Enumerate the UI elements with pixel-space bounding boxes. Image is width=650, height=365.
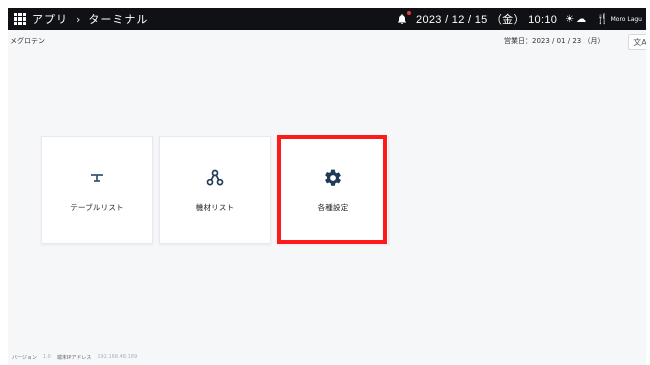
brand-logo: 🍴 Moro Lagu [594, 13, 642, 25]
card-settings[interactable]: 各種設定 [277, 136, 389, 244]
gear-icon [323, 168, 343, 188]
footer: バージョン 1.0 端末IPアドレス 192.168.48.189 [12, 354, 137, 361]
breadcrumb-item-terminal: ターミナル [88, 13, 149, 26]
card-device-list[interactable]: 機材リスト [159, 136, 271, 244]
apps-grid-icon[interactable] [14, 13, 26, 25]
version-label: バージョン [12, 355, 37, 361]
notification-bell-icon[interactable] [396, 11, 412, 25]
app-frame: アプリ › ターミナル 2023 / 12 / 15 （金） 10:10 ☀ ☁… [8, 8, 646, 365]
business-day: 営業日：2023 / 01 / 23 （月） [504, 37, 605, 45]
ip-value: 192.168.48.189 [97, 354, 138, 360]
notification-dot [407, 11, 412, 15]
card-table-list-label: テーブルリスト [70, 202, 124, 212]
ip-label: 端末IPアドレス [56, 355, 92, 361]
menu-cards: テーブルリスト 機材リスト 各種設定 [41, 136, 441, 246]
table-icon [87, 168, 107, 188]
shop-name: メグロテン [10, 37, 45, 45]
sun-icon: ☀ [565, 13, 575, 25]
breadcrumb-item-apps[interactable]: アプリ [32, 11, 68, 27]
translate-icon: 文A [633, 37, 646, 47]
chevron-right-icon: › [76, 12, 81, 26]
status-area: 2023 / 12 / 15 （金） 10:10 ☀ ☁ 🍴 Moro Lagu [396, 11, 642, 27]
version-value: 1.0 [42, 354, 51, 360]
breadcrumb: アプリ › ターミナル [14, 11, 148, 27]
card-settings-label: 各種設定 [317, 202, 349, 212]
top-bar: アプリ › ターミナル 2023 / 12 / 15 （金） 10:10 ☀ ☁… [8, 8, 646, 30]
fork-knife-icon: 🍴 [596, 13, 609, 25]
current-datetime: 2023 / 12 / 15 （金） 10:10 [416, 14, 558, 26]
weather-indicator: ☀ ☁ [565, 14, 586, 25]
cloud-icon: ☁ [576, 13, 587, 25]
brand-name: Moro Lagu [610, 15, 642, 23]
language-selector[interactable]: 文A ▾ [628, 34, 646, 50]
card-table-list[interactable]: テーブルリスト [41, 136, 153, 244]
device-network-icon [205, 168, 225, 188]
card-device-list-label: 機材リスト [195, 202, 235, 212]
sub-header: メグロテン 営業日：2023 / 01 / 23 （月） 文A ▾ [8, 32, 646, 50]
